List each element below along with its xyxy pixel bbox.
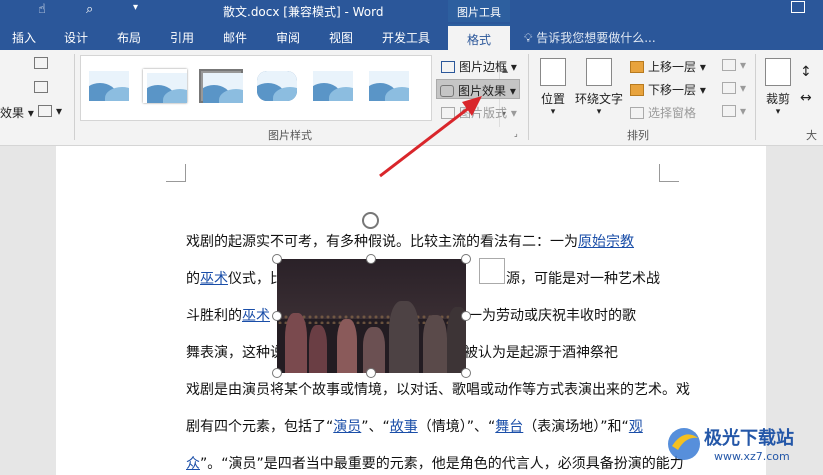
picture-border-button[interactable]: 图片边框 ▾ [438, 56, 520, 76]
ribbon-tabs: 插入 设计 布局 引用 邮件 审阅 视图 开发工具 💡︎ 告诉我您想要做什么..… [0, 22, 823, 50]
tab-layout[interactable]: 布局 [117, 29, 141, 46]
watermark-url: www.xz7.com [714, 450, 790, 463]
position-icon [540, 58, 566, 86]
picture-tools-context-label: 图片工具 [448, 0, 510, 22]
picture-style-thumb[interactable] [87, 69, 131, 103]
rotate-handle-icon[interactable] [362, 212, 379, 229]
divider [755, 54, 756, 140]
resize-handle[interactable] [366, 368, 376, 378]
artistic-effects-button[interactable]: 效果 ▾ [0, 104, 34, 124]
group-label-size: 大 [806, 129, 817, 142]
crop-button[interactable]: 裁剪 ▾ [763, 58, 793, 117]
width-icon[interactable]: ↔ [800, 90, 812, 110]
resize-handle[interactable] [272, 368, 282, 378]
picture-border-label: 图片边框 [459, 60, 508, 74]
ribbon-display-options-icon[interactable] [791, 1, 805, 13]
rotate-icon[interactable]: ▾ [722, 104, 746, 124]
picture-style-thumb[interactable] [311, 69, 355, 103]
tab-format[interactable]: 格式 [448, 24, 510, 50]
picture-style-thumb[interactable] [255, 69, 299, 103]
compress-icon[interactable] [4, 56, 52, 76]
wrap-text-label: 环绕文字 [574, 92, 623, 106]
paragraph-line: 戏剧是由演员将某个故事或情境，以对话、歌唱或动作等方式表演出来的艺术。戏 [186, 382, 690, 398]
align-icon[interactable]: ▾ [722, 58, 746, 78]
tab-developer[interactable]: 开发工具 [382, 29, 430, 46]
crop-icon [765, 58, 791, 86]
customize-quick-access-icon[interactable]: ▾ [133, 2, 138, 13]
artistic-effects-label: 效果 [0, 106, 25, 120]
tab-design[interactable]: 设计 [64, 29, 88, 46]
bring-forward-label: 上移一层 [648, 60, 697, 74]
send-backward-label: 下移一层 [648, 83, 697, 97]
bring-forward-button[interactable]: 上移一层 ▾ [630, 58, 706, 78]
send-backward-button[interactable]: 下移一层 ▾ [630, 81, 706, 101]
resize-handle[interactable] [366, 254, 376, 264]
group-label-arrange: 排列 [627, 129, 649, 142]
tell-me-label: 告诉我您想要做什么... [536, 31, 656, 45]
print-preview-icon[interactable]: ⌕ [86, 2, 93, 17]
wrap-text-icon [586, 58, 612, 86]
crop-label: 裁剪 [765, 92, 790, 106]
divider [528, 54, 529, 140]
paragraph-line: 戏剧的起源实不可考，有多种假说。比较主流的看法有二：一为原始宗教 [186, 234, 634, 250]
link-story[interactable]: 故事 [390, 419, 418, 435]
link-audience[interactable]: 众 [186, 456, 200, 472]
link-actor[interactable]: 演员 [333, 419, 361, 435]
tab-review[interactable]: 审阅 [276, 29, 300, 46]
position-label: 位置 [540, 92, 565, 106]
window-title: 散文.docx [兼容模式] - Word [223, 5, 384, 19]
link-primitive-religion[interactable]: 原始宗教 [578, 234, 634, 250]
link-stage[interactable]: 舞台 [495, 419, 523, 435]
red-arrow-annotation [379, 96, 482, 178]
resize-handle[interactable] [461, 311, 471, 321]
group-icon[interactable]: ▾ [722, 81, 746, 101]
link-witchcraft[interactable]: 巫术 [242, 308, 270, 324]
resize-handle[interactable] [461, 368, 471, 378]
tab-insert[interactable]: 插入 [12, 29, 36, 46]
touch-mode-icon[interactable]: ☝ [38, 2, 46, 17]
selected-picture[interactable] [277, 259, 466, 373]
tell-me-search[interactable]: 💡︎ 告诉我您想要做什么... [524, 29, 656, 46]
picture-style-thumb[interactable] [199, 69, 243, 103]
dialog-launcher-icon[interactable]: ⌟ [514, 129, 518, 138]
margin-corner-mark [659, 164, 679, 182]
position-button[interactable]: 位置 ▾ [537, 58, 569, 117]
link-witchcraft[interactable]: 巫术 [200, 271, 228, 287]
selection-pane-button[interactable]: 选择窗格 [630, 104, 696, 124]
tab-references[interactable]: 引用 [170, 29, 194, 46]
group-label-picture-styles: 图片样式 [268, 129, 312, 142]
margin-corner-mark [166, 164, 186, 182]
title-bar: ☝ ⌕ ▾ 散文.docx [兼容模式] - Word 图片工具 [0, 0, 823, 22]
resize-handle[interactable] [272, 254, 282, 264]
watermark-swirl-icon [668, 428, 700, 460]
paragraph-line: 剧有四个元素，包括了“演员”、“故事（情境）”、“舞台（表演场地）”和“观 [186, 419, 643, 435]
height-icon[interactable]: ↕ [800, 64, 812, 84]
resize-handle[interactable] [272, 311, 282, 321]
change-picture-icon[interactable] [4, 80, 52, 100]
selection-pane-label: 选择窗格 [648, 106, 697, 120]
divider [74, 54, 75, 140]
tab-mailings[interactable]: 邮件 [223, 29, 247, 46]
paragraph-line: 众”。“演员”是四者当中最重要的元素，他是角色的代言人，必须具备扮演的能力 [186, 456, 684, 472]
reset-picture-icon[interactable]: ▾ [38, 104, 62, 124]
wrap-text-button[interactable]: 环绕文字 ▾ [574, 58, 624, 117]
link-audience[interactable]: 观 [629, 419, 643, 435]
tab-view[interactable]: 视图 [329, 29, 353, 46]
lightbulb-icon: 💡︎ [524, 31, 533, 45]
resize-handle[interactable] [461, 254, 471, 264]
watermark-text: 极光下载站 [704, 428, 794, 449]
picture-style-thumb[interactable] [143, 69, 187, 103]
layout-options-icon[interactable] [479, 258, 505, 284]
watermark-logo: 极光下载站 www.xz7.com [664, 418, 823, 475]
